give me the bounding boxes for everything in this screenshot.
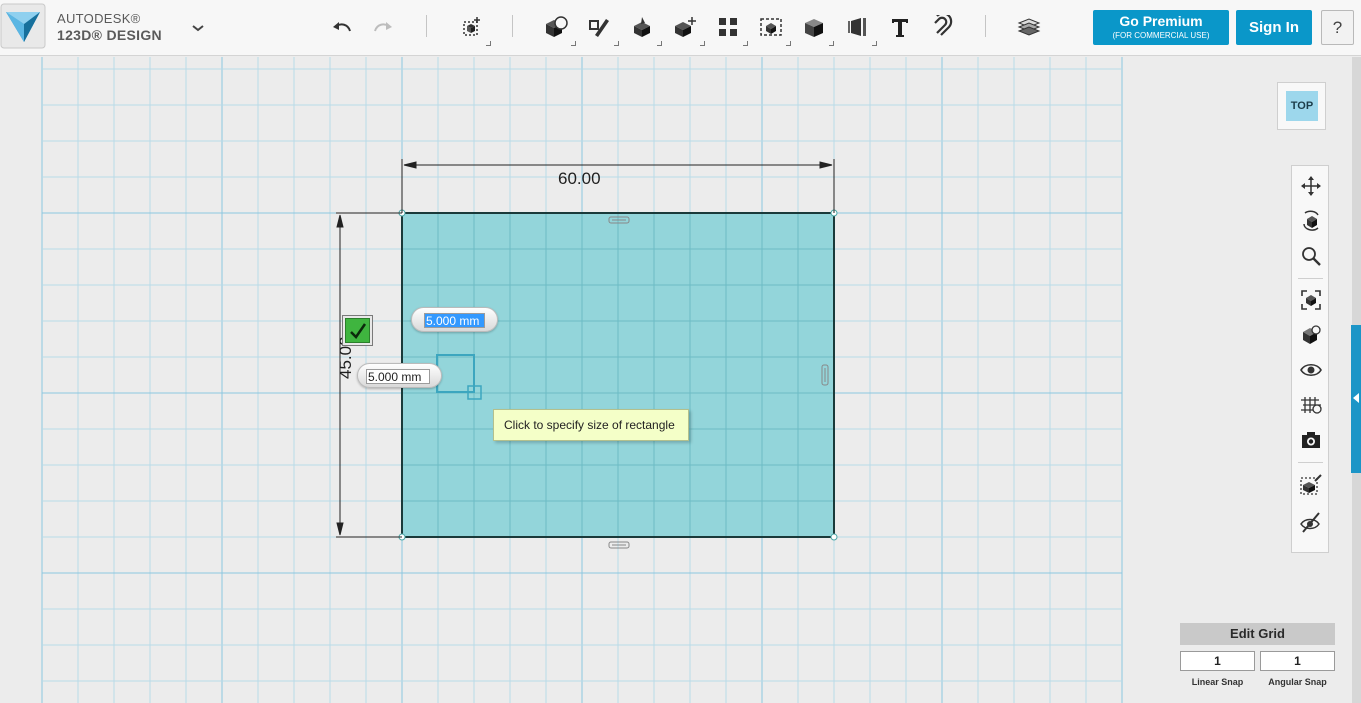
views-button[interactable] [1297,321,1324,348]
redo-icon [374,22,392,32]
app-root: AUTODESK® 123D® DESIGN Go Premium (FOR C… [0,0,1361,703]
combine-button[interactable] [797,10,834,46]
toolbar-separator [985,15,986,37]
angular-snap-label: Angular Snap [1268,677,1327,687]
transform-button[interactable] [454,10,491,46]
workplane-grid[interactable] [0,57,1361,703]
height-input-pill [357,363,442,388]
edit-grid-button[interactable]: Edit Grid [1180,623,1335,645]
go-premium-label: Go Premium [1119,13,1203,29]
redo-button[interactable] [366,10,400,44]
material-layers-icon [1017,18,1041,36]
hide-icon [1299,511,1320,533]
grid-display-button[interactable] [1297,391,1324,418]
app-menu-button[interactable] [188,18,208,38]
width-dimension-label: 60.00 [558,169,601,188]
snap-magnet-icon [934,15,953,36]
linear-snap-label: Linear Snap [1191,677,1244,687]
checkmark-icon [345,318,370,343]
text-button[interactable] [883,10,917,44]
linear-snap-input[interactable] [1180,651,1255,671]
sign-in-button[interactable]: Sign In [1236,10,1312,45]
pattern-icon [719,18,737,36]
side-panel-toggle[interactable] [1351,325,1361,473]
grouping-icon [760,18,782,36]
nav-separator [1298,462,1323,463]
zoom-icon [1301,246,1321,266]
fit-icon [1300,289,1321,310]
pattern-button[interactable] [711,10,748,46]
combine-icon [805,19,823,37]
nav-separator [1298,278,1323,279]
primitives-button[interactable] [539,10,576,46]
chevron-down-icon [192,25,204,32]
grouping-button[interactable] [754,10,791,46]
design-viewport[interactable]: 60.00 45.00 Click to specify size of rec… [0,57,1361,703]
text-icon [892,19,908,37]
measure-icon [848,18,866,36]
orbit-icon [1302,210,1319,231]
material-icon [1299,473,1322,495]
confirm-button[interactable] [342,315,373,346]
undo-icon [333,22,351,32]
screenshot-button[interactable] [1297,426,1324,453]
undo-button[interactable] [325,10,359,44]
go-premium-sublabel: (FOR COMMERCIAL USE) [1112,31,1210,40]
transform-icon [463,17,480,36]
brand-autodesk: AUTODESK® [57,11,141,26]
orbit-button[interactable] [1297,207,1324,234]
chevron-left-icon [1353,393,1359,403]
hint-tooltip: Click to specify size of rectangle [493,409,689,441]
modify-icon [675,17,696,37]
go-premium-button[interactable]: Go Premium (FOR COMMERCIAL USE) [1093,10,1229,45]
pan-button[interactable] [1297,172,1324,199]
modify-button[interactable] [668,10,705,46]
toolbar-separator [426,15,427,37]
camera-icon [1301,431,1320,448]
width-input-pill [411,307,498,332]
width-size-input[interactable] [424,313,485,328]
view-cube-top-face[interactable]: TOP [1286,91,1318,121]
toolbar-separator [512,15,513,37]
navigation-bar [1291,165,1329,553]
material-tools-button[interactable] [1297,470,1324,497]
construct-button[interactable] [625,10,662,46]
view-cube-icon [1302,324,1321,344]
hide-show-button[interactable] [1297,508,1324,535]
123d-design-logo-icon[interactable] [0,2,48,50]
material-button[interactable] [1012,10,1046,44]
help-button[interactable]: ? [1321,10,1354,45]
grid-icon [1300,396,1322,414]
eye-icon [1299,363,1322,376]
pan-icon [1300,175,1321,196]
sketch-icon [589,19,609,37]
snap-button[interactable] [926,10,960,44]
height-size-input[interactable] [366,369,430,384]
sketch-button[interactable] [582,10,619,46]
brand-product: 123D® DESIGN [57,27,162,43]
measure-button[interactable] [840,10,877,46]
primitives-icon [546,16,568,37]
zoom-button[interactable] [1297,242,1324,269]
main-toolbar: AUTODESK® 123D® DESIGN Go Premium (FOR C… [0,0,1361,56]
angular-snap-input[interactable] [1260,651,1335,671]
construct-icon [634,17,650,37]
view-cube[interactable]: TOP [1277,82,1326,130]
visibility-button[interactable] [1297,356,1324,383]
fit-button[interactable] [1297,286,1324,313]
